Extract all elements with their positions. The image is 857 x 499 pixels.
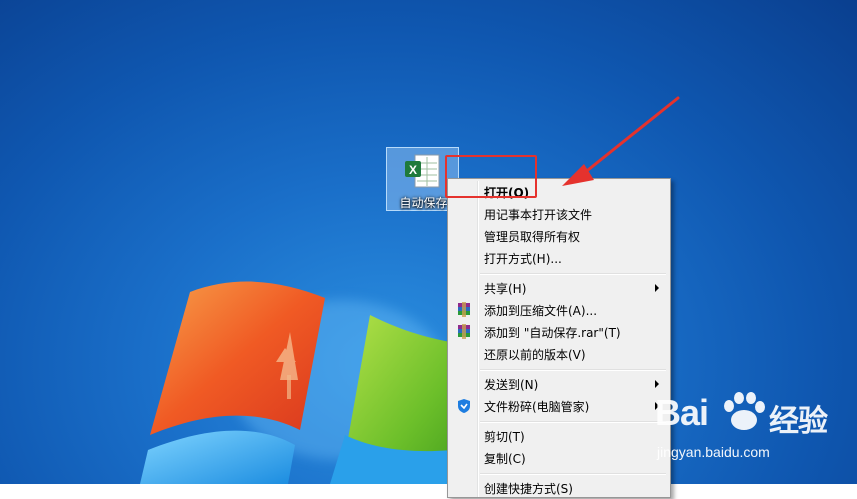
baidu-paw-icon: [724, 392, 765, 430]
watermark-url: jingyan.baidu.com: [657, 444, 770, 460]
watermark-brand: Bai: [655, 392, 709, 433]
watermark-brand-suffix: 经验: [769, 405, 828, 438]
